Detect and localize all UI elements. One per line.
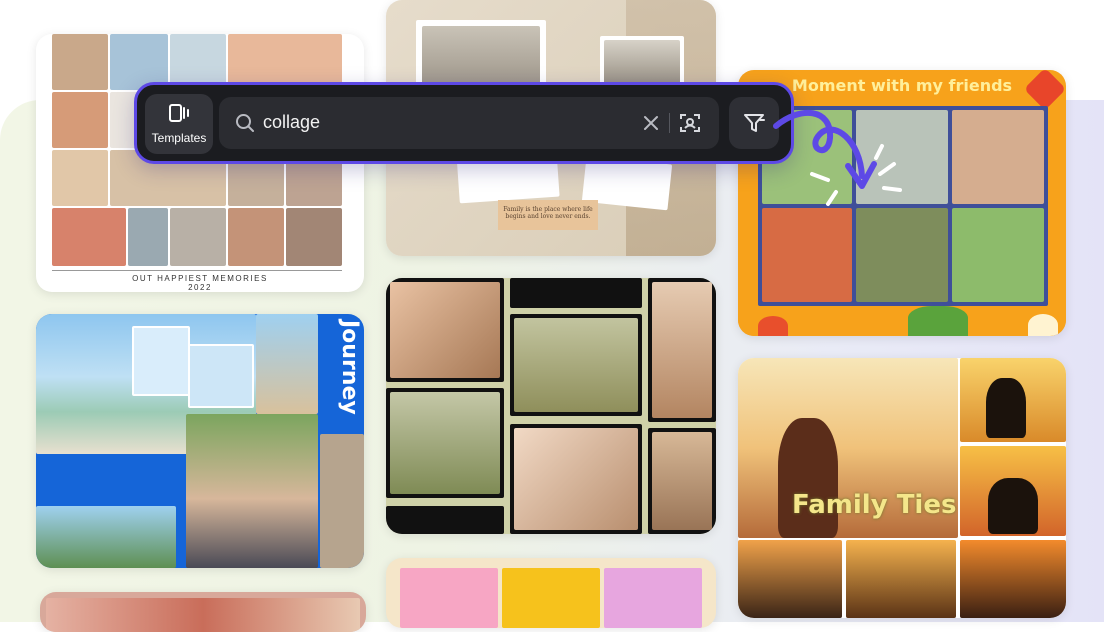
video-template-icon xyxy=(168,103,190,127)
search-input[interactable]: collage xyxy=(219,97,719,149)
vintage-note: Family is the place where life begins an… xyxy=(498,200,598,230)
journey-title: Journey xyxy=(337,320,362,415)
template-card-kids[interactable] xyxy=(386,558,716,628)
curved-arrow-icon xyxy=(773,109,902,206)
template-card-family[interactable]: Family Ties xyxy=(738,358,1066,618)
template-card-party[interactable] xyxy=(40,592,366,632)
memories-caption: OUT HAPPIEST MEMORIES xyxy=(132,274,268,283)
filter-icon xyxy=(743,112,765,139)
template-card-journey[interactable]: Journey xyxy=(36,314,364,568)
search-query[interactable]: collage xyxy=(263,112,320,133)
scan-image-icon[interactable] xyxy=(679,112,701,139)
templates-mode-button[interactable]: Templates xyxy=(145,94,213,154)
family-title: Family Ties xyxy=(792,490,957,520)
memories-year: 2022 xyxy=(188,283,212,292)
template-card-filmstrip[interactable] xyxy=(386,278,716,534)
close-icon[interactable] xyxy=(643,115,659,136)
templates-mode-label: Templates xyxy=(151,130,207,145)
template-search-bar: Templates collage xyxy=(134,82,794,164)
vintage-note-line2: begins and love never ends. xyxy=(505,213,591,220)
search-icon xyxy=(235,113,255,138)
vintage-note-line1: Family is the place where life xyxy=(503,206,593,213)
